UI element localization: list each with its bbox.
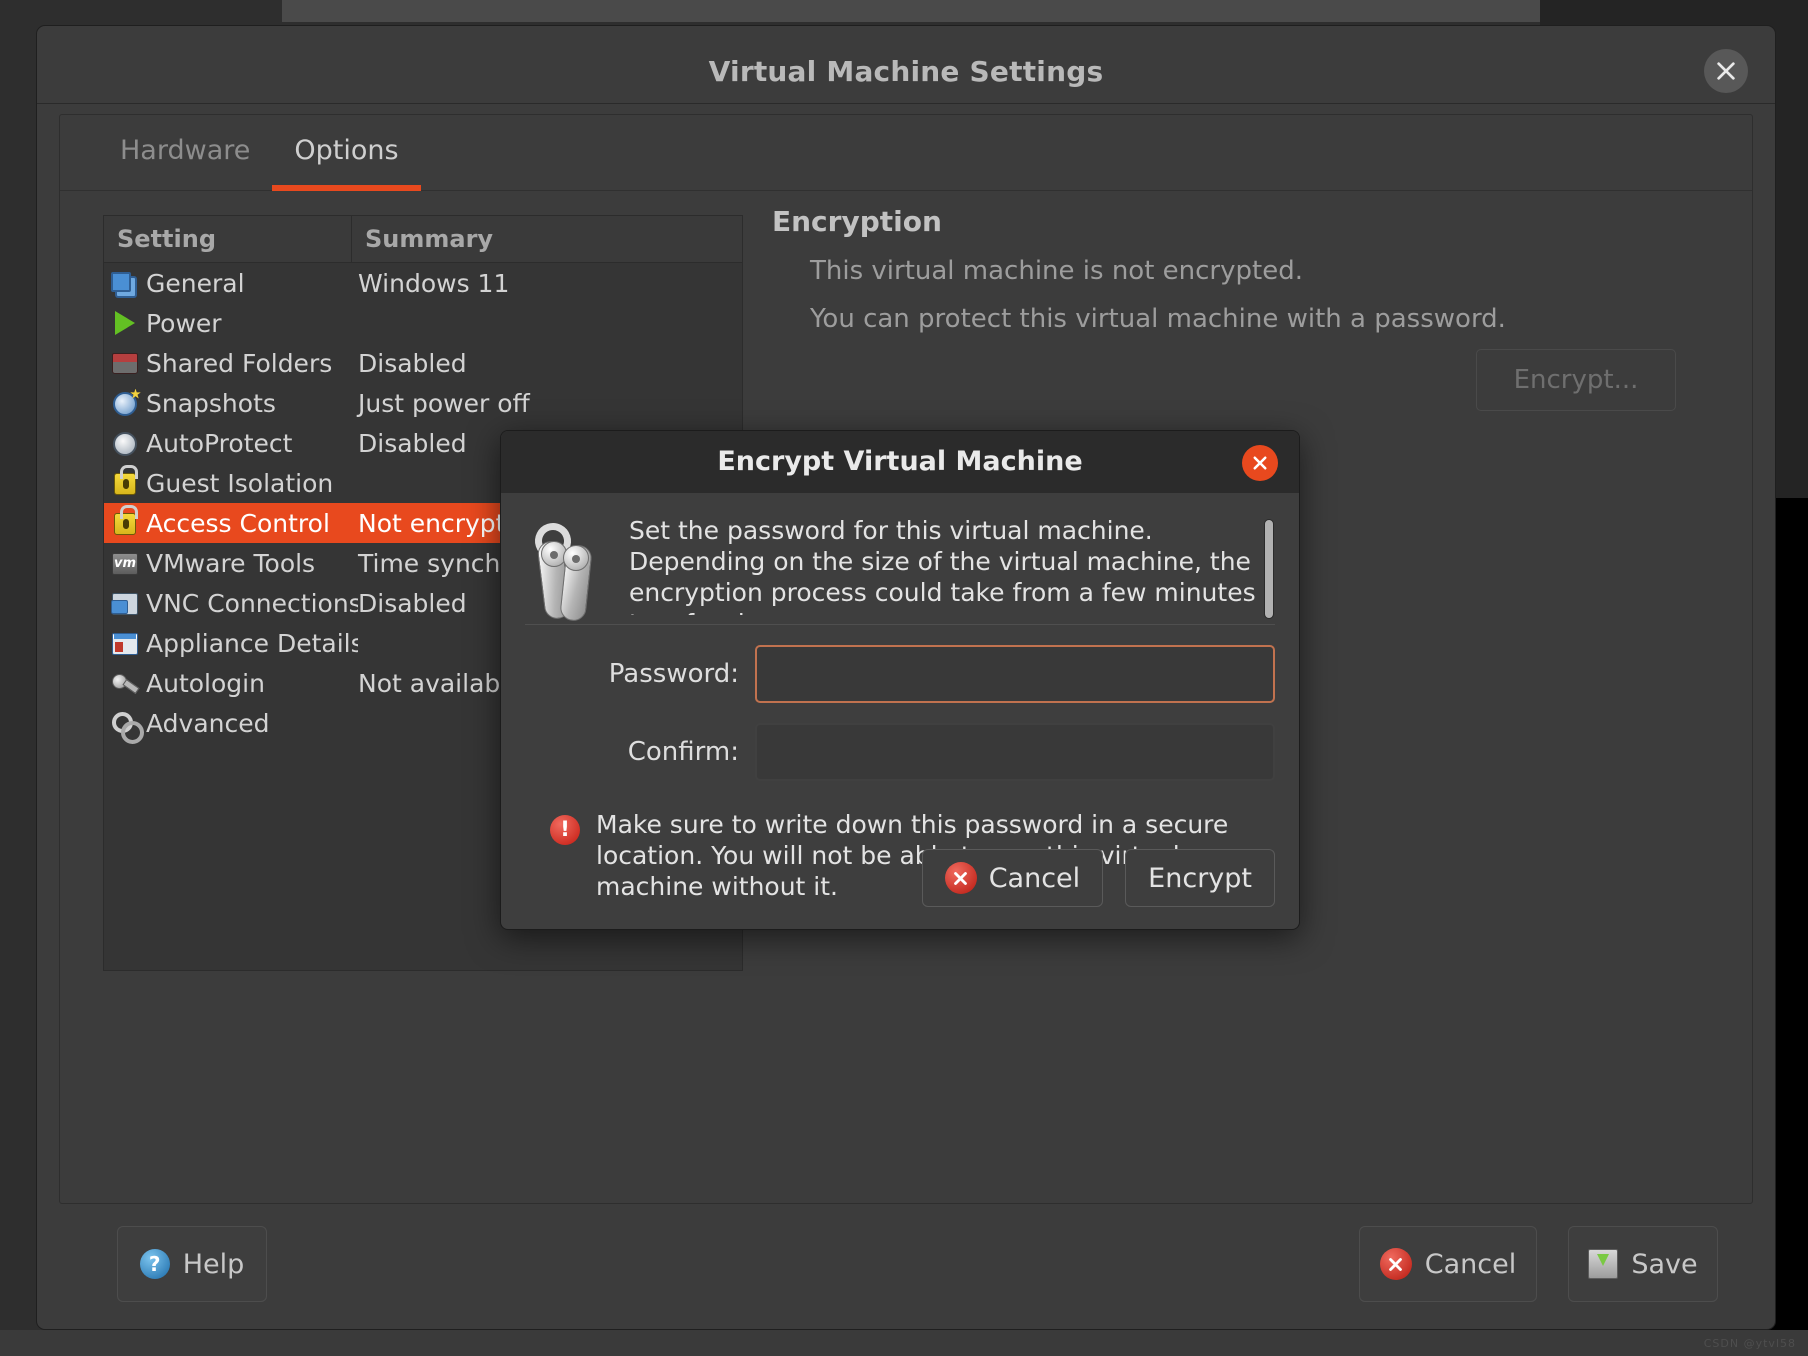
list-item-power[interactable]: Power xyxy=(104,303,742,343)
page-title: Virtual Machine Settings xyxy=(708,55,1104,88)
password-input[interactable] xyxy=(755,645,1275,703)
list-item-label: Snapshots xyxy=(146,388,276,418)
list-item-summary: Just power off xyxy=(358,388,530,418)
advanced-icon xyxy=(110,708,144,744)
watermark: CSDN @ytvl58 xyxy=(1703,1337,1796,1350)
screen: Virtual Machine Settings Hardware Option… xyxy=(0,0,1808,1356)
dialog-encrypt-button[interactable]: Encrypt xyxy=(1125,849,1275,907)
snapshots-icon xyxy=(110,388,141,419)
encrypt-vm-dialog: Encrypt Virtual Machine Set the password… xyxy=(500,430,1300,930)
list-item-label: General xyxy=(146,268,245,298)
list-item-snapshots[interactable]: Snapshots Just power off xyxy=(104,383,742,423)
list-item-label: Power xyxy=(146,308,222,338)
dialog-scrollbar[interactable] xyxy=(1263,517,1275,621)
access-control-icon xyxy=(110,504,141,539)
list-item-shared-folders[interactable]: Shared Folders Disabled xyxy=(104,343,742,383)
dialog-buttons: Cancel Encrypt xyxy=(921,849,1275,907)
help-icon: ? xyxy=(139,1249,170,1279)
column-header-setting: Setting xyxy=(104,216,352,262)
column-header-summary: Summary xyxy=(365,225,494,253)
desktop-bottom-strip xyxy=(0,1330,1808,1356)
list-item-general[interactable]: General Windows 11 xyxy=(104,263,742,303)
dialog-body: Set the password for this virtual machin… xyxy=(501,493,1299,902)
tab-hardware[interactable]: Hardware xyxy=(98,115,272,191)
list-item-label: Access Control xyxy=(146,508,330,538)
window-titlebar: Virtual Machine Settings xyxy=(37,26,1775,104)
detail-status-line: This virtual machine is not encrypted. xyxy=(810,256,1303,286)
tabstrip: Hardware Options xyxy=(60,115,1752,191)
cancel-button[interactable]: Cancel xyxy=(1359,1226,1537,1302)
autologin-icon xyxy=(110,668,141,699)
list-item-summary: Disabled xyxy=(358,588,467,618)
guest-isolation-icon xyxy=(110,464,141,499)
list-item-label: Guest Isolation xyxy=(146,468,334,498)
confirm-input[interactable] xyxy=(755,723,1275,781)
password-label: Password: xyxy=(608,659,739,689)
help-button-label: Help xyxy=(182,1248,245,1280)
dialog-titlebar: Encrypt Virtual Machine xyxy=(501,431,1299,493)
scrollbar-thumb[interactable] xyxy=(1264,519,1274,619)
dialog-cancel-label: Cancel xyxy=(988,862,1081,894)
list-item-label: Appliance Details xyxy=(146,628,358,658)
vmware-tools-icon: vm xyxy=(110,548,141,579)
save-button[interactable]: Save xyxy=(1568,1226,1718,1302)
save-button-label: Save xyxy=(1631,1248,1698,1280)
dialog-encrypt-label: Encrypt xyxy=(1148,862,1252,894)
footer-bar: ? Help Cancel Save xyxy=(94,1206,1718,1331)
dialog-title: Encrypt Virtual Machine xyxy=(717,446,1083,477)
list-item-label: Advanced xyxy=(146,708,270,738)
dialog-intro-text: Set the password for this virtual machin… xyxy=(629,516,1256,615)
autoprotect-icon xyxy=(110,428,141,459)
power-icon xyxy=(110,308,141,339)
dialog-cancel-button[interactable]: Cancel xyxy=(921,849,1104,907)
close-icon[interactable] xyxy=(1704,49,1748,93)
password-row: Password: xyxy=(525,645,1275,703)
warning-icon: ! xyxy=(550,815,580,845)
encrypt-button[interactable]: Encrypt... xyxy=(1476,349,1676,411)
detail-hint-line: You can protect this virtual machine wit… xyxy=(810,304,1506,334)
list-item-label: VNC Connections xyxy=(146,588,358,618)
help-button[interactable]: ? Help xyxy=(117,1226,267,1302)
cancel-icon xyxy=(944,862,977,894)
list-item-summary: Disabled xyxy=(358,428,467,458)
keys-icon xyxy=(525,518,611,623)
list-item-summary: Not available xyxy=(358,668,523,698)
shared-folders-icon xyxy=(110,348,141,379)
divider xyxy=(525,624,1275,625)
detail-title: Encryption xyxy=(772,205,942,238)
dialog-intro: Set the password for this virtual machin… xyxy=(525,515,1275,623)
close-icon[interactable] xyxy=(1242,445,1278,481)
list-item-label: AutoProtect xyxy=(146,428,293,458)
list-item-label: Autologin xyxy=(146,668,265,698)
confirm-row: Confirm: xyxy=(525,723,1275,781)
vnc-connections-icon xyxy=(110,588,141,619)
list-item-label: VMware Tools xyxy=(146,548,316,578)
settings-list-header: Setting Summary xyxy=(104,216,742,263)
list-item-label: Shared Folders xyxy=(146,348,333,378)
save-icon xyxy=(1588,1249,1619,1279)
cancel-button-label: Cancel xyxy=(1424,1248,1517,1280)
list-item-summary: Disabled xyxy=(358,348,467,378)
cancel-icon xyxy=(1379,1248,1412,1280)
list-item-summary: Windows 11 xyxy=(358,268,510,298)
tab-options[interactable]: Options xyxy=(272,115,421,191)
appliance-details-icon xyxy=(110,628,141,659)
confirm-label: Confirm: xyxy=(627,737,739,767)
general-icon xyxy=(110,268,141,299)
